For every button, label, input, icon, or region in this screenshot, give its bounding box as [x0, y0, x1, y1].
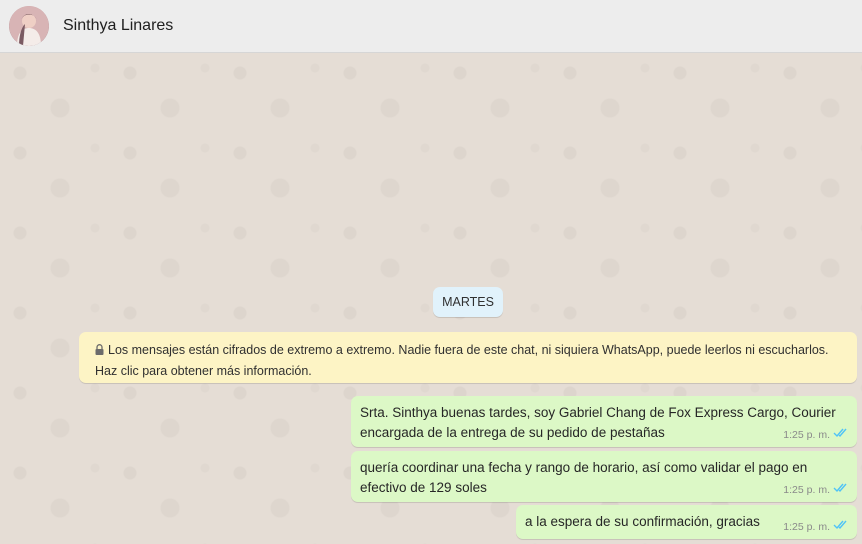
- outgoing-message[interactable]: Srta. Sinthya buenas tardes, soy Gabriel…: [351, 396, 857, 447]
- message-meta: 1:25 p. m.: [783, 480, 849, 500]
- outgoing-message[interactable]: a la espera de su confirmación, gracias …: [516, 505, 857, 539]
- message-meta: 1:25 p. m.: [783, 517, 849, 537]
- chat-window: Sinthya Linares MARTES Los mensajes está…: [0, 0, 862, 544]
- double-check-icon: [833, 425, 849, 445]
- encryption-notice[interactable]: Los mensajes están cifrados de extremo a…: [79, 332, 857, 383]
- message-text: quería coordinar una fecha y rango de ho…: [360, 460, 808, 495]
- outgoing-message[interactable]: quería coordinar una fecha y rango de ho…: [351, 451, 857, 502]
- encryption-notice-text: Los mensajes están cifrados de extremo a…: [95, 343, 829, 378]
- date-divider: MARTES: [433, 287, 503, 317]
- lock-icon: [95, 341, 104, 361]
- avatar-photo-icon: [9, 6, 49, 46]
- message-time: 1:25 p. m.: [783, 521, 830, 533]
- contact-avatar[interactable]: [9, 6, 49, 46]
- chat-header[interactable]: Sinthya Linares: [0, 0, 862, 53]
- message-time: 1:25 p. m.: [783, 429, 830, 441]
- double-check-icon: [833, 517, 849, 537]
- double-check-icon: [833, 480, 849, 500]
- message-time: 1:25 p. m.: [783, 484, 830, 496]
- message-text: Srta. Sinthya buenas tardes, soy Gabriel…: [360, 405, 836, 440]
- contact-name[interactable]: Sinthya Linares: [63, 17, 173, 35]
- message-meta: 1:25 p. m.: [783, 425, 849, 445]
- date-divider-label: MARTES: [442, 295, 494, 309]
